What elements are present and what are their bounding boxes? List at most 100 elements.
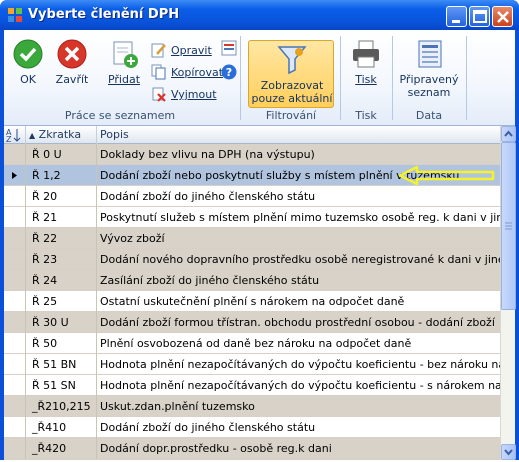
printer-icon (353, 40, 379, 68)
minimize-icon (452, 20, 460, 23)
row-indicator (4, 438, 26, 459)
scroll-down-button[interactable] (501, 444, 516, 460)
row-code: Ř 30 U (26, 312, 97, 333)
group-label-filtering: Filtrování (265, 109, 317, 122)
table-row[interactable]: Ř 51 BN Hodnota plnění nezapočítávaných … (4, 354, 500, 375)
table-row[interactable]: _Ř420 Dodání dopr.prostředku - osobě reg… (4, 438, 500, 460)
row-indicator (4, 396, 26, 417)
group-filtering: Zobrazovat pouze aktuální Filtrování (242, 34, 340, 124)
group-label-data: Data (415, 109, 443, 122)
scroll-thumb[interactable] (501, 142, 516, 310)
filter-label-line2: pouze aktuální (251, 92, 333, 105)
group-label-list: Práce se seznamem (64, 109, 176, 122)
table-row[interactable]: _Ř410 Dodání zboží do jiného členského s… (4, 417, 500, 438)
show-current-only-toggle[interactable]: Zobrazovat pouze aktuální (248, 40, 334, 108)
row-description: Dodání nového dopravního prostředku osob… (100, 253, 500, 266)
ok-button[interactable]: OK (10, 38, 46, 86)
close-window-button[interactable] (492, 6, 513, 27)
add-button[interactable]: Přidat (104, 38, 144, 86)
close-button[interactable]: Zavřít (50, 38, 94, 86)
app-icon (8, 8, 22, 22)
close-label: Zavřít (55, 73, 89, 86)
row-indicator (4, 165, 26, 186)
row-code: Ř 24 (26, 270, 97, 291)
row-description: Poskytnutí služeb s místem plnění mimo t… (100, 211, 500, 224)
scroll-up-icon (504, 130, 513, 137)
row-indicator (4, 270, 26, 291)
row-indicator (4, 291, 26, 312)
scroll-up-button[interactable] (501, 126, 516, 142)
row-indicator (4, 417, 26, 438)
row-code: Ř 25 (26, 291, 97, 312)
row-description: Hodnota plnění nezapočítávaných do výpoč… (100, 379, 500, 392)
table-row[interactable]: _Ř210,215 Uskut.zdan.plnění tuzemsko (4, 396, 500, 417)
row-indicator (4, 249, 26, 270)
row-code: _Ř410 (26, 417, 97, 438)
row-description: Dodání zboží formou třístran. obchodu pr… (100, 316, 495, 329)
sort-icon: A Z (6, 128, 21, 144)
group-data: Připravený seznam Data (393, 34, 465, 124)
title-bar[interactable]: Vyberte členění DPH (0, 0, 519, 30)
group-print: Tisk Tisk (341, 34, 391, 124)
prepared-list-button[interactable]: Připravený seznam (399, 38, 459, 99)
sort-column-header[interactable]: A Z (4, 126, 26, 144)
code-header-label: Zkratka (38, 128, 82, 141)
prepared-list-icon (418, 40, 442, 68)
table-row[interactable]: Ř 23 Dodání nového dopravního prostředku… (4, 249, 500, 270)
maximize-icon (473, 10, 487, 23)
table-row[interactable]: Ř 20 Dodání zboží do jiného členského st… (4, 186, 500, 207)
maximize-button[interactable] (469, 6, 490, 27)
row-indicator (4, 228, 26, 249)
row-description: Uskut.zdan.plnění tuzemsko (100, 400, 255, 413)
vertical-scrollbar[interactable] (500, 126, 516, 460)
row-code: Ř 23 (26, 249, 97, 270)
table-row[interactable]: Ř 25 Ostatní uskutečnění plnění s nároke… (4, 291, 500, 312)
row-code: Ř 22 (26, 228, 97, 249)
minimize-button[interactable] (446, 6, 467, 27)
row-code: Ř 21 (26, 207, 97, 228)
svg-text:Z: Z (6, 135, 12, 143)
row-indicator (4, 312, 26, 333)
list-settings-icon[interactable] (221, 40, 237, 56)
grid-header: A Z ▲ Zkratka Popis (4, 126, 500, 144)
annotation-arrow-icon (398, 165, 495, 186)
add-label: Přidat (107, 73, 141, 86)
filter-label: Zobrazovat pouze aktuální (249, 79, 335, 105)
svg-text:?: ? (226, 66, 232, 79)
row-indicator (4, 375, 26, 396)
description-column-header[interactable]: Popis (97, 126, 500, 144)
scroll-grip-icon (505, 222, 512, 230)
group-label-print: Tisk (355, 109, 377, 122)
row-description: Plnění osvobozená od daně bez nároku na … (100, 337, 412, 350)
row-code: Ř 20 (26, 186, 97, 207)
table-row[interactable]: Ř 30 U Dodání zboží formou třístran. obc… (4, 312, 500, 333)
table-row[interactable]: Ř 21 Poskytnutí služeb s místem plnění m… (4, 207, 500, 228)
row-code: Ř 50 (26, 333, 97, 354)
row-code: Ř 51 BN (26, 354, 97, 375)
scroll-down-icon (504, 449, 513, 456)
table-row[interactable]: Ř 0 U Doklady bez vlivu na DPH (na výstu… (4, 144, 500, 165)
row-code: Ř 1,2 (26, 165, 97, 186)
help-icon[interactable]: ? (221, 64, 237, 80)
table-row[interactable]: Ř 22 Vývoz zboží (4, 228, 500, 249)
delete-icon (152, 87, 166, 102)
row-pointer-icon (12, 172, 17, 179)
ribbon-separator (240, 36, 241, 120)
row-description: Hodnota plnění nezapočítávaných do výpoč… (100, 358, 500, 371)
print-button[interactable]: Tisk (347, 38, 385, 86)
ribbon-separator (466, 36, 467, 120)
table-row[interactable]: Ř 50 Plnění osvobozená od daně bez nárok… (4, 333, 500, 354)
table-row[interactable]: Ř 51 SN Hodnota plnění nezapočítávaných … (4, 375, 500, 396)
row-code: _Ř420 (26, 438, 97, 459)
row-code: Ř 51 SN (26, 375, 97, 396)
window-title: Vyberte členění DPH (28, 7, 180, 22)
print-label: Tisk (355, 73, 377, 86)
edit-label: Opravit (171, 44, 212, 57)
row-indicator (4, 186, 26, 207)
row-indicator (4, 207, 26, 228)
table-row[interactable]: Ř 24 Zasílání zboží do jiného členského … (4, 270, 500, 291)
code-column-header[interactable]: ▲ Zkratka (26, 126, 97, 144)
add-icon (113, 41, 138, 68)
ribbon: OK Zavřít Přidat Opravit Kopírovat Vyjmo… (4, 30, 515, 126)
table-row-selected[interactable]: Ř 1,2 Dodání zboží nebo poskytnutí služb… (4, 165, 500, 186)
